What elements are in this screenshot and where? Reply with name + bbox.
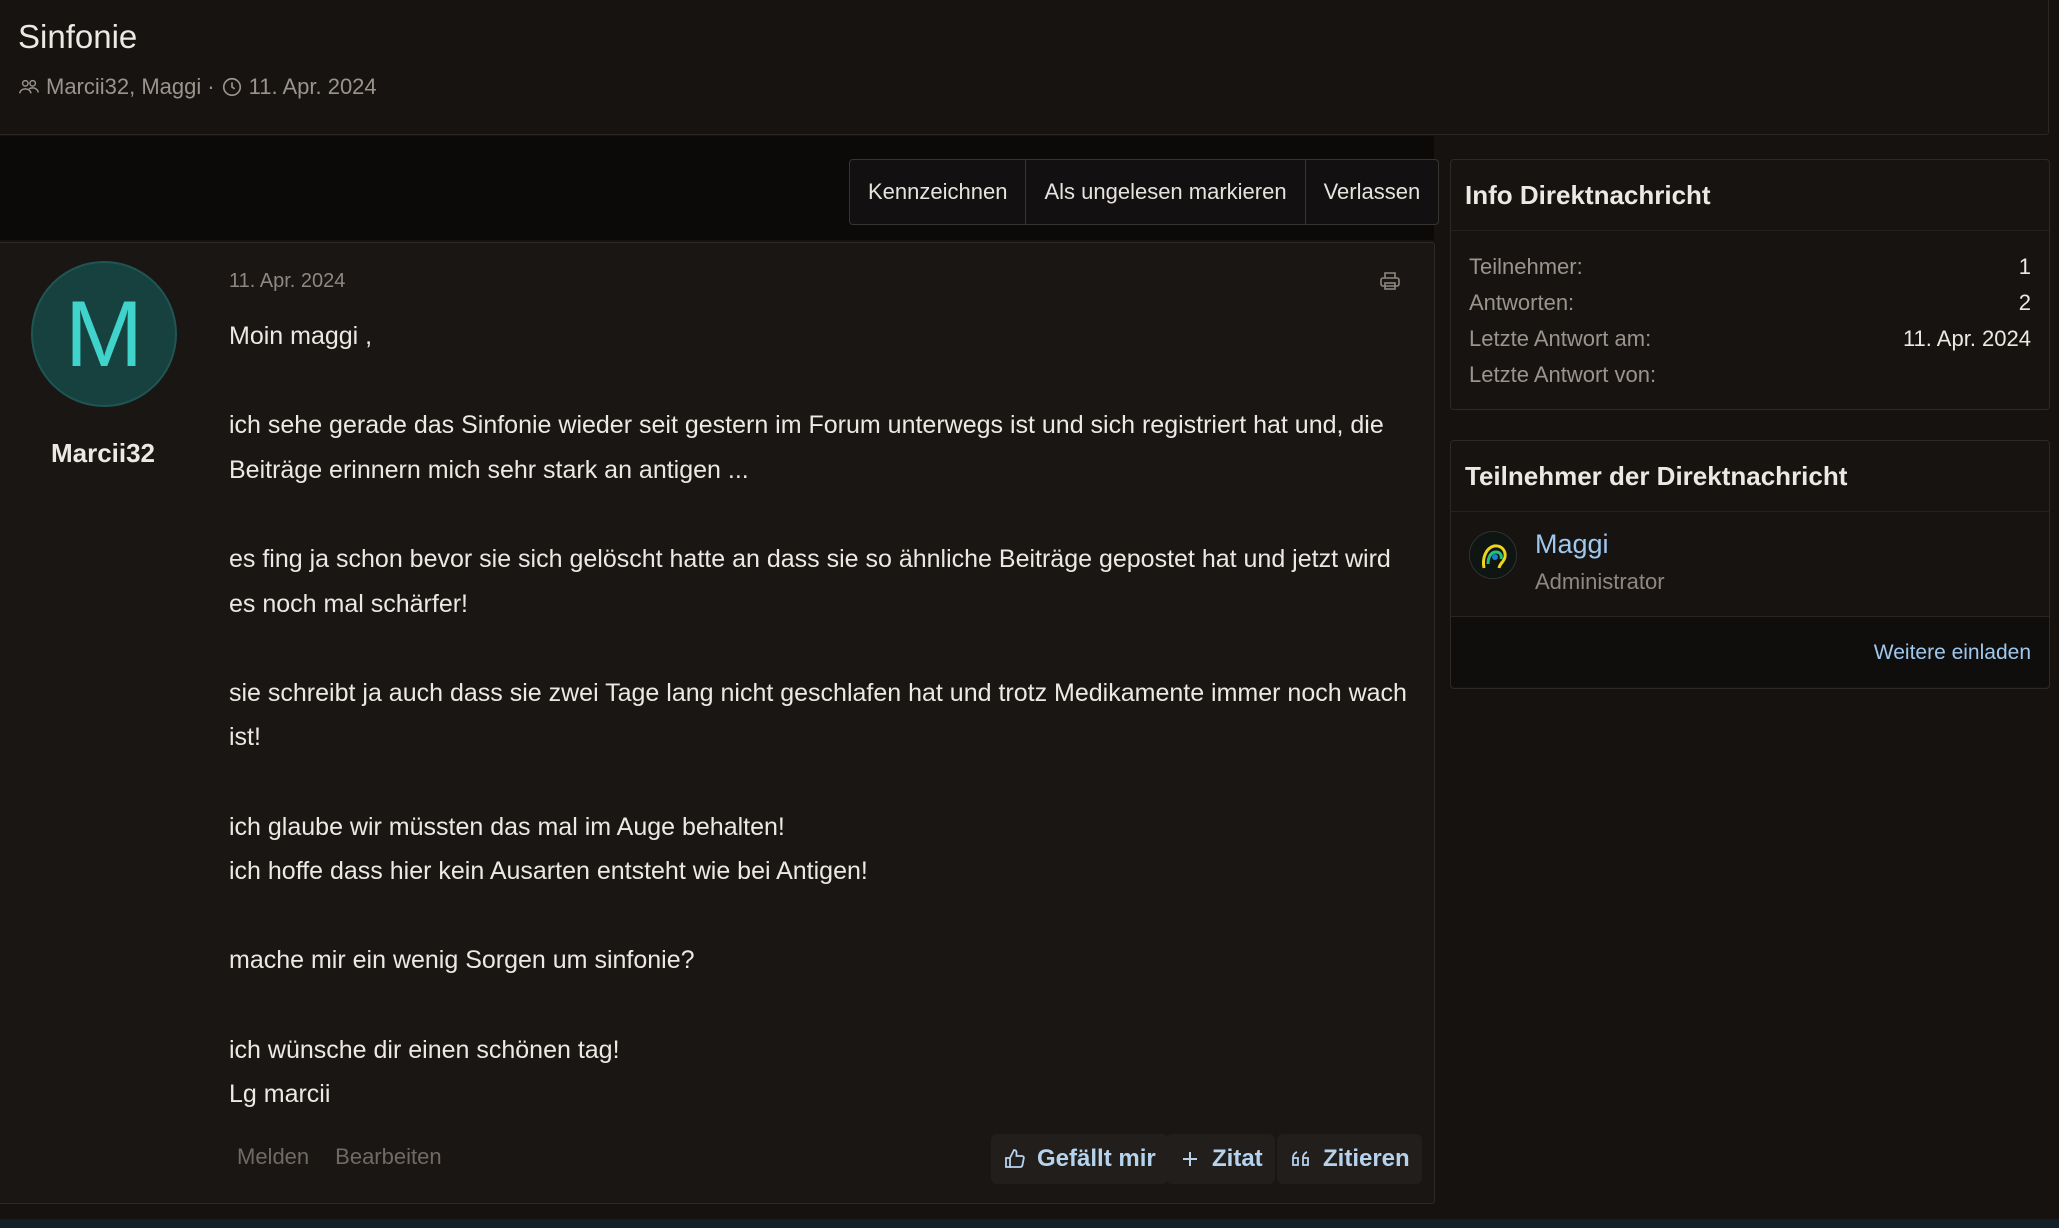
stat-participants: Teilnehmer: 1 <box>1469 254 2031 279</box>
member-avatar-image <box>1470 532 1516 578</box>
page-title: Sinfonie <box>18 18 138 55</box>
print-icon[interactable] <box>1378 269 1402 293</box>
participants-box-title: Teilnehmer der Direktnachricht <box>1451 441 2049 512</box>
message-line: ich sehe gerade das Sinfonie wieder seit… <box>229 411 1384 484</box>
thumbs-up-icon <box>1005 1149 1025 1168</box>
avatar[interactable]: M <box>31 261 177 407</box>
invite-bar: Weitere einladen <box>1451 616 2049 687</box>
meta-separator: · <box>207 74 215 99</box>
message-date[interactable]: 11. Apr. 2024 <box>229 270 345 293</box>
users-icon <box>19 79 39 94</box>
leave-button[interactable]: Verlassen <box>1306 160 1439 224</box>
message-line: Lg marcii <box>229 1080 331 1109</box>
conversation-meta: Marcii32, Maggi · 11. Apr. 2024 <box>18 74 377 100</box>
bottom-divider <box>0 1219 2059 1228</box>
stat-replies: Antworten: 2 <box>1469 290 2031 315</box>
conversation-header: Sinfonie Marcii32, Maggi · 11. Apr. 2024 <box>0 0 2049 135</box>
message-line: ich hoffe dass hier kein Ausarten entste… <box>229 857 868 886</box>
like-button[interactable]: Gefällt mir <box>991 1134 1168 1184</box>
participants-box: Teilnehmer der Direktnachricht Maggi Adm… <box>1450 440 2050 689</box>
message-line: ich glaube wir müssten das mal im Auge b… <box>229 812 785 841</box>
message-body: Moin maggi , ich sehe gerade das Sinfoni… <box>229 314 1409 1117</box>
info-box: Info Direktnachricht Teilnehmer: 1 Antwo… <box>1450 159 2050 410</box>
info-box-title: Info Direktnachricht <box>1451 160 2049 231</box>
message-line: Moin maggi , <box>229 322 373 350</box>
invite-more-link[interactable]: Weitere einladen <box>1874 641 2031 665</box>
quote-icon <box>1292 1151 1309 1166</box>
author-name[interactable]: Marcii32 <box>0 438 206 469</box>
flag-button[interactable]: Kennzeichnen <box>850 160 1027 224</box>
participants-link[interactable]: Marcii32, Maggi <box>46 74 201 100</box>
message-footer-links: Melden Bearbeiten <box>237 1144 442 1170</box>
plus-icon <box>1183 1152 1197 1166</box>
conversation-date[interactable]: 11. Apr. 2024 <box>249 74 377 100</box>
message-line: mache mir ein wenig Sorgen um sinfonie? <box>229 946 695 975</box>
edit-link[interactable]: Bearbeiten <box>335 1144 441 1170</box>
stat-last-reply-by: Letzte Antwort von: <box>1469 362 1657 387</box>
report-link[interactable]: Melden <box>237 1144 309 1170</box>
message-line: es fing ja schon bevor sie sich gelöscht… <box>229 544 1391 618</box>
stat-last-reply-date: Letzte Antwort am: 11. Apr. 2024 <box>1469 326 2031 351</box>
member-name[interactable]: Maggi <box>1535 529 1609 560</box>
quote-button[interactable]: Zitieren <box>1277 1134 1422 1184</box>
mark-unread-button[interactable]: Als ungelesen markieren <box>1026 160 1306 224</box>
message-line: ich wünsche dir einen schönen tag! <box>229 1035 620 1064</box>
message-line: sie schreibt ja auch dass sie zwei Tage … <box>229 678 1407 752</box>
conversation-actions: Kennzeichnen Als ungelesen markieren Ver… <box>849 159 1440 225</box>
clock-icon <box>222 77 241 97</box>
member-role: Administrator <box>1535 569 1665 594</box>
quote-plus-button[interactable]: Zitat <box>1166 1134 1275 1184</box>
member-avatar[interactable] <box>1469 531 1517 579</box>
